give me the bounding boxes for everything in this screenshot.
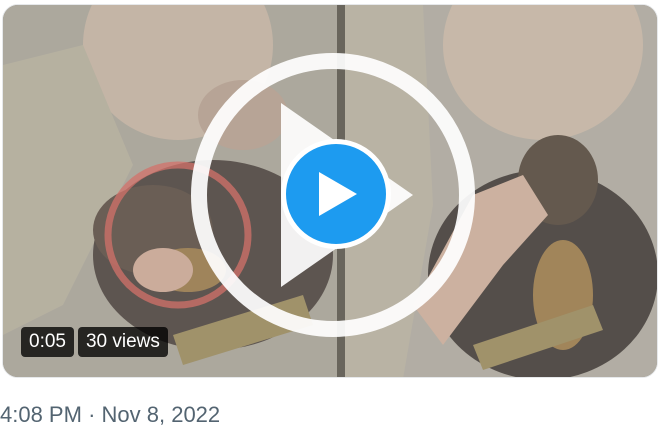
tweet-date[interactable]: Nov 8, 2022 [102, 402, 221, 427]
video-player[interactable]: 0:05 30 views [2, 4, 658, 378]
tweet-timestamp[interactable]: 4:08 PM · Nov 8, 2022 [0, 402, 220, 428]
video-badges: 0:05 30 views [21, 327, 168, 357]
views-badge: 30 views [77, 327, 168, 357]
timestamp-separator: · [88, 402, 96, 427]
play-button[interactable] [281, 139, 391, 249]
play-icon [319, 172, 357, 216]
duration-badge: 0:05 [21, 327, 74, 357]
tweet-time[interactable]: 4:08 PM [0, 402, 82, 427]
